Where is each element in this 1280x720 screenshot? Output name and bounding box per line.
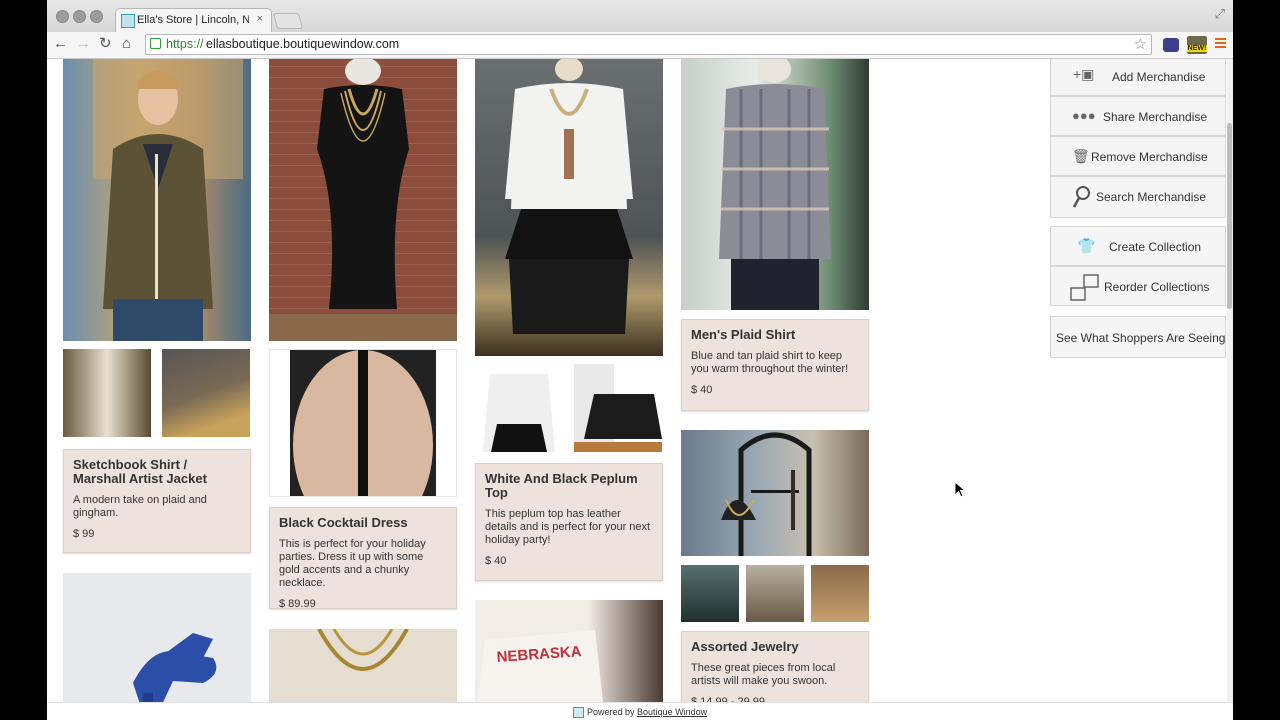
new-tab-button[interactable] <box>272 13 304 29</box>
page-viewport: Sketchbook Shirt / Marshall Artist Jacke… <box>47 59 1233 720</box>
product-thumb-jewelry-3[interactable] <box>811 565 869 622</box>
product-image-shoes[interactable] <box>63 573 251 720</box>
url-scheme: https:// <box>166 37 204 51</box>
extension-new-icon[interactable]: NEW! <box>1187 36 1207 54</box>
product-image-jacket[interactable] <box>63 59 251 341</box>
product-title[interactable]: Men's Plaid Shirt <box>691 328 859 342</box>
product-thumb-jewelry-1[interactable] <box>681 565 739 622</box>
product-price: $ 99 <box>73 528 95 540</box>
create-collection-label: Create Collection <box>1109 240 1202 254</box>
product-image-dress[interactable] <box>269 59 457 341</box>
product-thumb-peplum-2[interactable] <box>574 364 662 452</box>
product-description: Blue and tan plaid shirt to keep you war… <box>691 350 849 375</box>
search-merchandise-label: Search Merchandise <box>1096 190 1207 204</box>
product-thumb-peplum-1[interactable] <box>475 364 563 452</box>
product-thumb-jacket-1[interactable] <box>63 349 151 437</box>
magnifier-icon <box>1072 185 1091 208</box>
reorder-collections-label: Reorder Collections <box>1104 280 1210 294</box>
url-host: ellasboutique.boutiquewindow.com <box>206 37 400 51</box>
product-card[interactable]: Sketchbook Shirt / Marshall Artist Jacke… <box>63 449 251 553</box>
product-title[interactable]: Assorted Jewelry <box>691 640 859 654</box>
product-image-plaid-shirt[interactable] <box>681 59 869 310</box>
reorder-collections-button[interactable]: Reorder Collections <box>1050 266 1226 306</box>
share-merchandise-label: Share Merchandise <box>1103 110 1208 124</box>
product-title[interactable]: Sketchbook Shirt / Marshall Artist Jacke… <box>73 458 241 486</box>
back-icon[interactable]: ← <box>53 35 68 53</box>
remove-merchandise-label: Remove Merchandise <box>1091 150 1208 164</box>
favicon-icon <box>121 14 135 28</box>
product-price: $ 89.99 <box>279 598 316 610</box>
fullscreen-icon[interactable]: ⤢ <box>1215 6 1225 22</box>
powered-by-footer: Powered by Boutique Window <box>47 702 1233 720</box>
add-merchandise-label: Add Merchandise <box>1112 70 1206 84</box>
extension-icon[interactable] <box>1163 38 1179 52</box>
see-shoppers-label: See What Shoppers Are Seeing <box>1056 331 1226 345</box>
close-window-button[interactable] <box>56 10 69 23</box>
browser-menu-icon[interactable] <box>1215 38 1226 50</box>
product-thumb-dress[interactable] <box>269 349 457 497</box>
product-description: A modern take on plaid and gingham. <box>73 494 207 519</box>
boutique-window-link[interactable]: Boutique Window <box>637 707 707 717</box>
tab-close-icon[interactable]: × <box>257 13 263 25</box>
forward-icon[interactable]: → <box>76 35 91 53</box>
browser-window: Ella's Store | Lincoln, NE | Boutique Wi… <box>47 0 1233 720</box>
see-shoppers-button[interactable]: See What Shoppers Are Seeing <box>1050 316 1226 358</box>
trash-icon: 🗑 <box>1072 148 1090 164</box>
extension-badge: NEW! <box>1187 45 1207 52</box>
minimize-window-button[interactable] <box>73 10 86 23</box>
product-description: This peplum top has leather details and … <box>485 508 651 546</box>
people-icon: ●●● <box>1072 108 1096 123</box>
add-photo-icon: +▣ <box>1073 66 1095 82</box>
browser-toolbar: ← → ↻ ⌂ https:// ellasboutique.boutiquew… <box>47 32 1233 59</box>
powered-by-label: Powered by <box>587 707 635 717</box>
powered-by-text: Powered by Boutique Window <box>587 707 707 717</box>
secure-lock-icon <box>150 38 161 49</box>
product-card[interactable]: White And Black Peplum Top This peplum t… <box>475 463 663 581</box>
title-bar: Ella's Store | Lincoln, NE | Boutique Wi… <box>47 0 1233 33</box>
create-collection-button[interactable]: 👕 Create Collection <box>1050 226 1226 266</box>
product-thumb-jacket-2[interactable] <box>162 349 250 437</box>
reload-icon[interactable]: ↻ <box>99 35 112 53</box>
reorder-icon <box>1070 274 1100 301</box>
remove-merchandise-button[interactable]: 🗑 Remove Merchandise <box>1050 136 1226 176</box>
product-price: $ 40 <box>485 555 507 567</box>
product-image-jewelry[interactable] <box>681 430 869 556</box>
product-image-peplum[interactable] <box>475 59 663 356</box>
bookmark-star-icon[interactable]: ☆ <box>1134 35 1147 53</box>
product-description: These great pieces from local artists wi… <box>691 662 836 687</box>
shirts-icon: 👕 <box>1077 238 1096 255</box>
product-title[interactable]: Black Cocktail Dress <box>279 516 447 530</box>
add-merchandise-button[interactable]: +▣ Add Merchandise <box>1050 59 1226 96</box>
home-icon[interactable]: ⌂ <box>122 35 131 53</box>
address-bar[interactable]: https:// ellasboutique.boutiquewindow.co… <box>145 34 1152 55</box>
search-merchandise-button[interactable]: Search Merchandise <box>1050 176 1226 218</box>
mouse-cursor-icon <box>954 481 966 498</box>
boutique-window-logo-icon <box>573 707 584 718</box>
product-price: $ 40 <box>691 384 713 396</box>
zoom-window-button[interactable] <box>90 10 103 23</box>
share-merchandise-button[interactable]: ●●● Share Merchandise <box>1050 96 1226 136</box>
tab-title: Ella's Store | Lincoln, NE | Boutique Wi… <box>137 14 249 26</box>
product-thumb-jewelry-2[interactable] <box>746 565 804 622</box>
product-card[interactable]: Men's Plaid Shirt Blue and tan plaid shi… <box>681 319 869 411</box>
product-description: This is perfect for your holiday parties… <box>279 538 426 589</box>
product-title[interactable]: White And Black Peplum Top <box>485 472 653 500</box>
scrollbar-thumb[interactable] <box>1227 123 1232 309</box>
browser-tab[interactable]: Ella's Store | Lincoln, NE | Boutique Wi… <box>115 8 272 33</box>
product-card[interactable]: Black Cocktail Dress This is perfect for… <box>269 507 457 610</box>
